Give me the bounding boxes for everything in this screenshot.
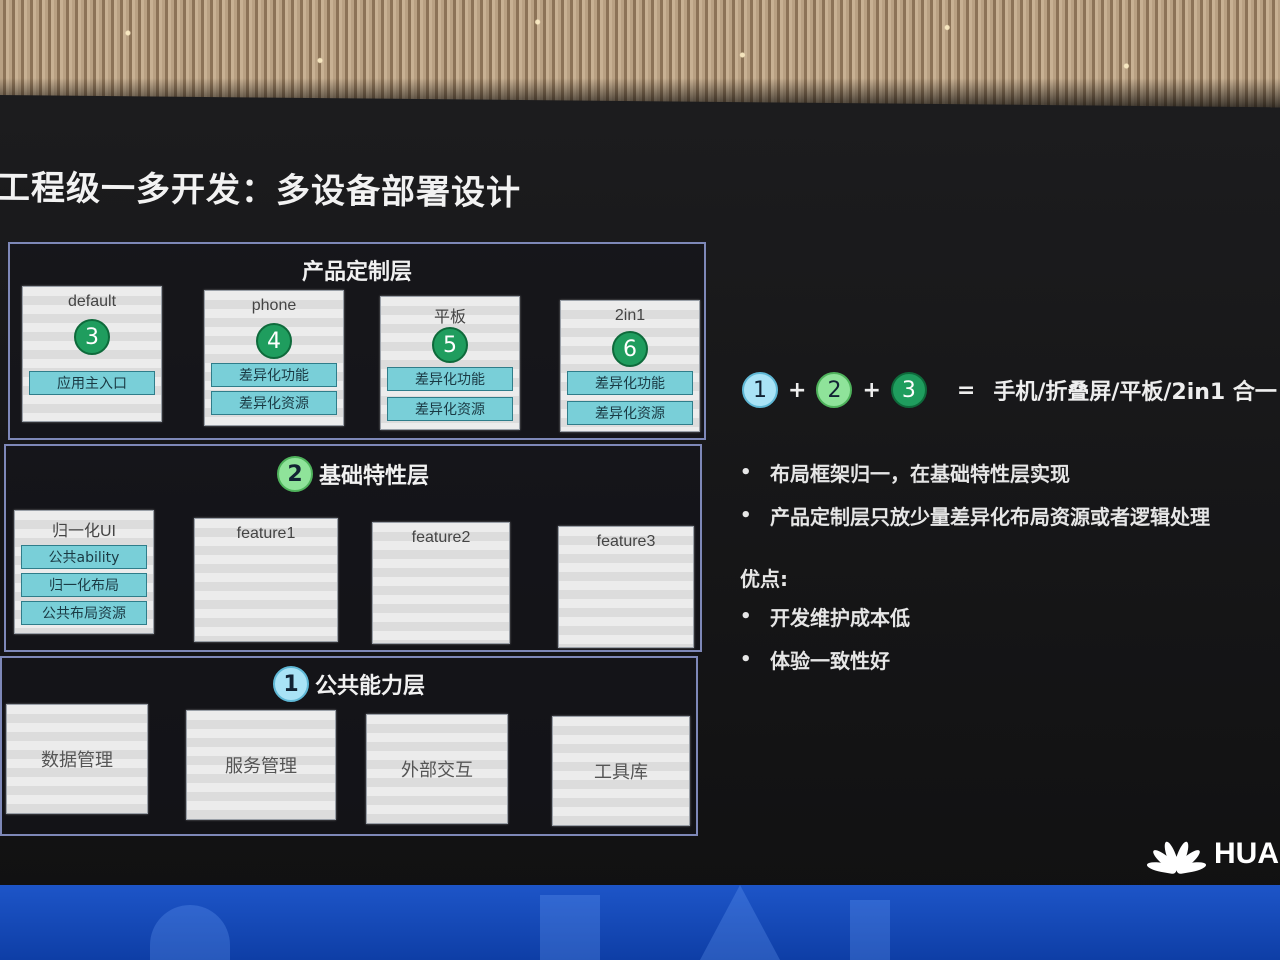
- common-layer: 1 公共能力层 数据管理 服务管理 外部交互 工具库: [0, 656, 698, 836]
- bullet-item: • 产品定制层只放少量差异化布局资源或者逻辑处理: [740, 501, 1210, 530]
- logo-text: HUA: [1214, 837, 1279, 870]
- feature-bullets: • 布局框架归一，在基础特性层实现 • 产品定制层只放少量差异化布局资源或者逻辑…: [740, 458, 1210, 530]
- product-card-default: default 3 应用主入口: [22, 286, 162, 422]
- advantages-bullets: • 开发维护成本低 • 体验一致性好: [740, 602, 910, 674]
- card-label: default: [67, 293, 117, 310]
- number-badge: 4: [256, 323, 292, 359]
- card-label: 平板: [433, 309, 466, 326]
- bullet-item: • 体验一致性好: [740, 645, 910, 674]
- number-badge: 5: [432, 327, 468, 363]
- card-label: 数据管理: [41, 750, 113, 771]
- number-badge: 1: [742, 372, 778, 408]
- pill-item: 差异化功能: [211, 363, 337, 387]
- advantages-heading: 优点:: [740, 567, 788, 591]
- common-card-data: 数据管理: [6, 704, 148, 814]
- common-layer-title: 公共能力层: [314, 674, 425, 699]
- formula-result: 手机/折叠屏/平板/2in1 合一: [993, 380, 1277, 405]
- pill-item: 公共ability: [21, 545, 147, 569]
- pill-item: 公共布局资源: [21, 601, 147, 625]
- pill-item: 差异化资源: [567, 401, 693, 425]
- card-label: feature2: [411, 529, 471, 546]
- feature-card-1: feature1: [194, 518, 338, 642]
- number-badge: 3: [74, 319, 110, 355]
- plus-sign: +: [788, 377, 807, 403]
- bullet-dot: •: [740, 505, 752, 526]
- bullet-item: • 开发维护成本低: [740, 602, 910, 631]
- number-badge: 2: [816, 372, 853, 408]
- card-label: 工具库: [594, 762, 648, 783]
- bullet-dot: •: [740, 606, 752, 627]
- bullet-text: 开发维护成本低: [770, 606, 910, 630]
- product-card-tablet: 平板 5 差异化功能 差异化资源: [380, 296, 520, 430]
- card-label: 外部交互: [401, 760, 473, 781]
- pill-item: 归一化布局: [21, 573, 147, 597]
- common-card-service: 服务管理: [186, 710, 336, 820]
- pill-item: 差异化功能: [387, 367, 513, 391]
- huawei-logo: HUA: [1146, 834, 1279, 875]
- product-layer: 产品定制层 default 3 应用主入口 phone 4 差异化功能 差异化资…: [8, 242, 706, 440]
- card-label: feature3: [596, 533, 656, 550]
- slide-title: 工程级一多开发：多设备部署设计: [0, 168, 522, 214]
- common-card-interaction: 外部交互: [366, 714, 508, 824]
- pill-item: 差异化资源: [211, 391, 337, 415]
- number-badge: 2: [276, 456, 313, 492]
- number-badge: 1: [272, 666, 309, 702]
- petal-logo-icon: [1146, 834, 1207, 875]
- card-label: feature1: [236, 525, 296, 542]
- bullet-dot: •: [740, 462, 752, 483]
- number-badge: 3: [890, 372, 927, 408]
- card-label: phone: [251, 297, 297, 314]
- bullet-text: 体验一致性好: [770, 649, 890, 673]
- card-label: 2in1: [614, 307, 646, 324]
- product-layer-title: 产品定制层: [301, 260, 412, 285]
- common-card-tools: 工具库: [552, 716, 690, 826]
- plus-sign: +: [862, 377, 881, 403]
- bullet-text: 布局框架归一，在基础特性层实现: [770, 462, 1070, 486]
- feature-card-2: feature2: [372, 522, 510, 644]
- bullet-text: 产品定制层只放少量差异化布局资源或者逻辑处理: [770, 505, 1210, 529]
- product-card-phone: phone 4 差异化功能 差异化资源: [204, 290, 344, 426]
- bullet-dot: •: [740, 649, 752, 670]
- pill-item: 差异化功能: [567, 371, 693, 395]
- equals-sign: =: [956, 377, 976, 403]
- product-card-2in1: 2in1 6 差异化功能 差异化资源: [560, 300, 700, 432]
- pill-item: 差异化资源: [387, 397, 513, 421]
- bottom-stage-band: [0, 885, 1280, 960]
- pill-item: 应用主入口: [29, 371, 155, 395]
- feature-card-unified-ui: 归一化UI 公共ability 归一化布局 公共布局资源: [14, 510, 154, 634]
- card-label: 服务管理: [225, 756, 297, 777]
- number-badge: 6: [612, 331, 648, 367]
- feature-layer: 2 基础特性层 归一化UI 公共ability 归一化布局 公共布局资源 fea…: [4, 444, 702, 652]
- feature-card-3: feature3: [558, 526, 694, 648]
- bullet-item: • 布局框架归一，在基础特性层实现: [740, 458, 1210, 487]
- feature-layer-title: 基础特性层: [318, 464, 429, 489]
- card-label: 归一化UI: [51, 523, 116, 540]
- formula: 1 + 2 + 3 = 手机/折叠屏/平板/2in1 合一: [742, 372, 1277, 408]
